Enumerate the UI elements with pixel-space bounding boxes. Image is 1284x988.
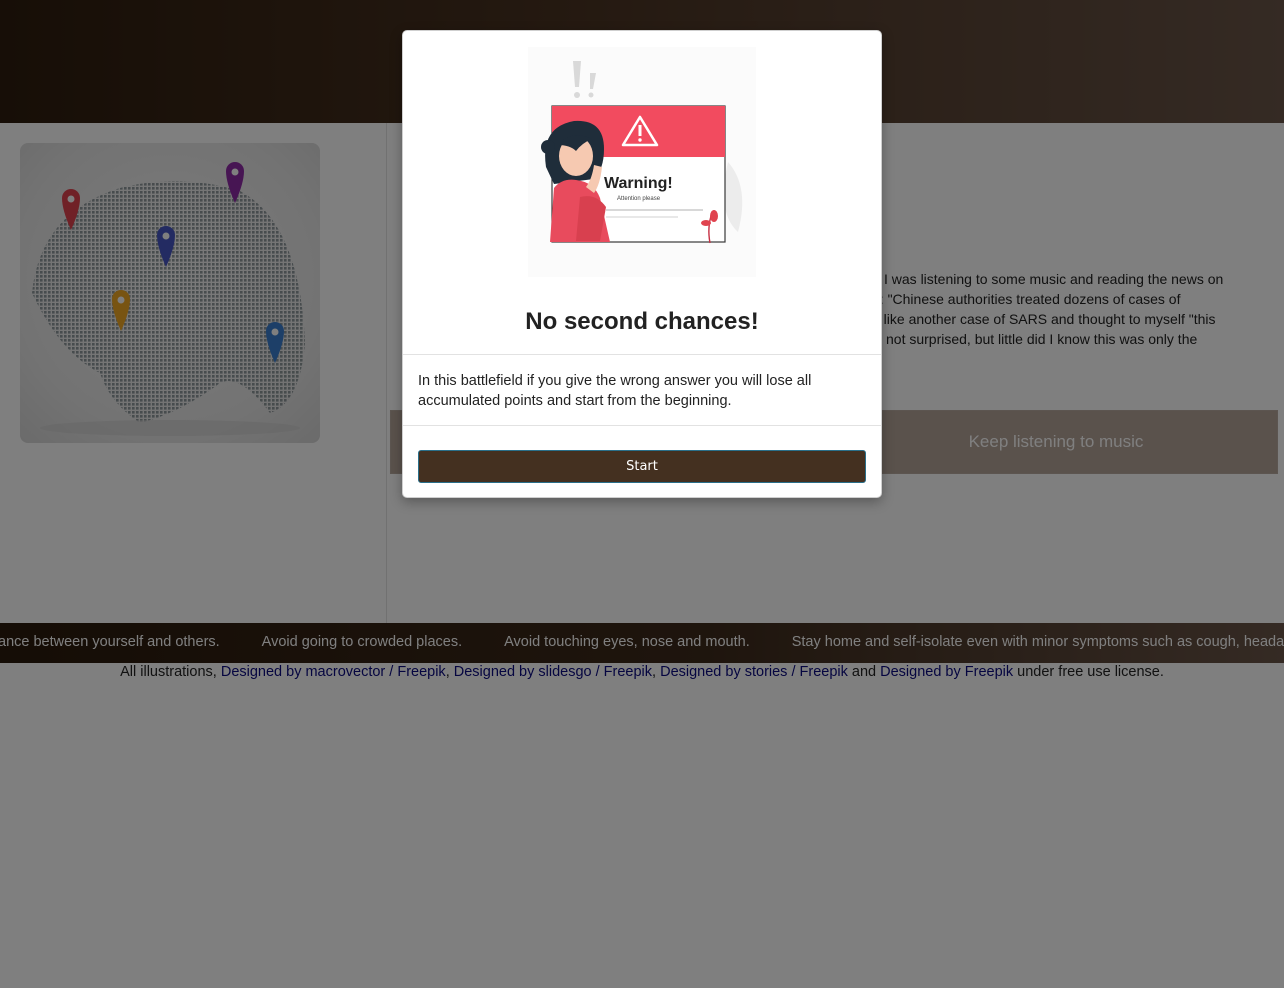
warning-illustration-icon: Warning! Attention please: [528, 47, 756, 277]
modal-divider: [403, 354, 881, 355]
modal-body-text: In this battlefield if you give the wron…: [418, 373, 812, 409]
warning-modal: Warning! Attention please No second chan…: [402, 30, 882, 498]
modal-divider: [403, 425, 881, 426]
illustration-heading: Warning!: [604, 175, 673, 192]
start-button[interactable]: Start: [418, 450, 866, 483]
illustration-subheading: Attention please: [617, 196, 661, 202]
modal-title: No second chances!: [525, 308, 759, 335]
